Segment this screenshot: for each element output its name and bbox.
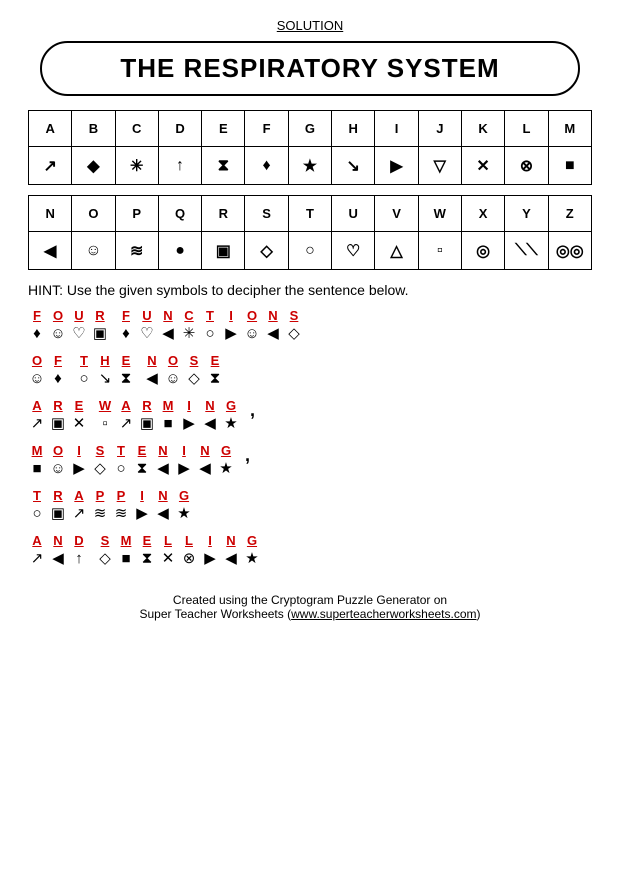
footer-line1: Created using the Cryptogram Puzzle Gene… [28,593,592,607]
page: SOLUTION THE RESPIRATORY SYSTEM A B C D … [0,0,620,877]
word-are: A↗ R▣ E✕ [28,398,90,433]
word-warming: W▫ A↗ R▣ M■ I▶ N◀ G★ [96,398,242,433]
word-nose: N◀ O☺ S◇ E⧗ [143,353,226,388]
word-moistening: M■ O☺ I▶ S◇ T○ E⧗ N◀ I▶ N◀ G★ [28,443,237,478]
word-smelling: S◇ M■ E⧗ L✕ L⊗ I▶ N◀ G★ [96,533,263,568]
cipher-table-2: N O P Q R S T U V W X Y Z ◀ ☺ ≋ ● ▣ ◇ ○ … [28,195,592,270]
sentence-row-3: A↗ R▣ E✕ W▫ A↗ R▣ M■ I▶ N◀ G★ , [28,398,592,433]
title-box: THE RESPIRATORY SYSTEM [40,41,580,96]
word-the: T○ H↘ E⧗ [75,353,137,388]
cipher-table-1: A B C D E F G H I J K L M ↗ ◆ ✳ ↑ ⧗ ♦ ★ … [28,110,592,185]
symbol-row-1: ↗ ◆ ✳ ↑ ⧗ ♦ ★ ↘ ▶ ▽ ✕ ⊗ ■ [29,147,592,185]
sentence-row-1: F♦ O☺ U♡ R▣ F♦ U♡ N◀ C✳ T○ I▶ O☺ N◀ S◇ [28,308,592,343]
symbol-row-2: ◀ ☺ ≋ ● ▣ ◇ ○ ♡ △ ▫ ◎ ⟍⟍ ◎◎ [29,232,592,270]
sentence-row-4: M■ O☺ I▶ S◇ T○ E⧗ N◀ I▶ N◀ G★ , [28,443,592,478]
sentence-row-6: A↗ N◀ D↑ S◇ M■ E⧗ L✕ L⊗ I▶ N◀ G★ [28,533,592,568]
sentence-row-5: T○ R▣ A↗ P≋ P≋ I▶ N◀ G★ [28,488,592,523]
page-title: THE RESPIRATORY SYSTEM [62,53,558,84]
hint-text: HINT: Use the given symbols to decipher … [28,282,592,298]
word-four: F♦ O☺ U♡ R▣ [28,308,111,343]
punctuation-2: , [245,445,250,466]
solution-label: SOLUTION [28,18,592,33]
word-and: A↗ N◀ D↑ [28,533,90,568]
sentence-area: F♦ O☺ U♡ R▣ F♦ U♡ N◀ C✳ T○ I▶ O☺ N◀ S◇ O… [28,308,592,569]
footer-line2: Super Teacher Worksheets (www.superteach… [28,607,592,621]
sentence-row-2: O☺ F♦ T○ H↘ E⧗ N◀ O☺ S◇ E⧗ [28,353,592,388]
footer: Created using the Cryptogram Puzzle Gene… [28,593,592,621]
punctuation-1: , [250,400,255,421]
letter-row-2: N O P Q R S T U V W X Y Z [29,196,592,232]
letter-row-1: A B C D E F G H I J K L M [29,111,592,147]
word-functions: F♦ U♡ N◀ C✳ T○ I▶ O☺ N◀ S◇ [117,308,305,343]
footer-link[interactable]: www.superteacherworksheets.com [291,607,476,621]
word-trapping: T○ R▣ A↗ P≋ P≋ I▶ N◀ G★ [28,488,195,523]
word-of: O☺ F♦ [28,353,69,388]
